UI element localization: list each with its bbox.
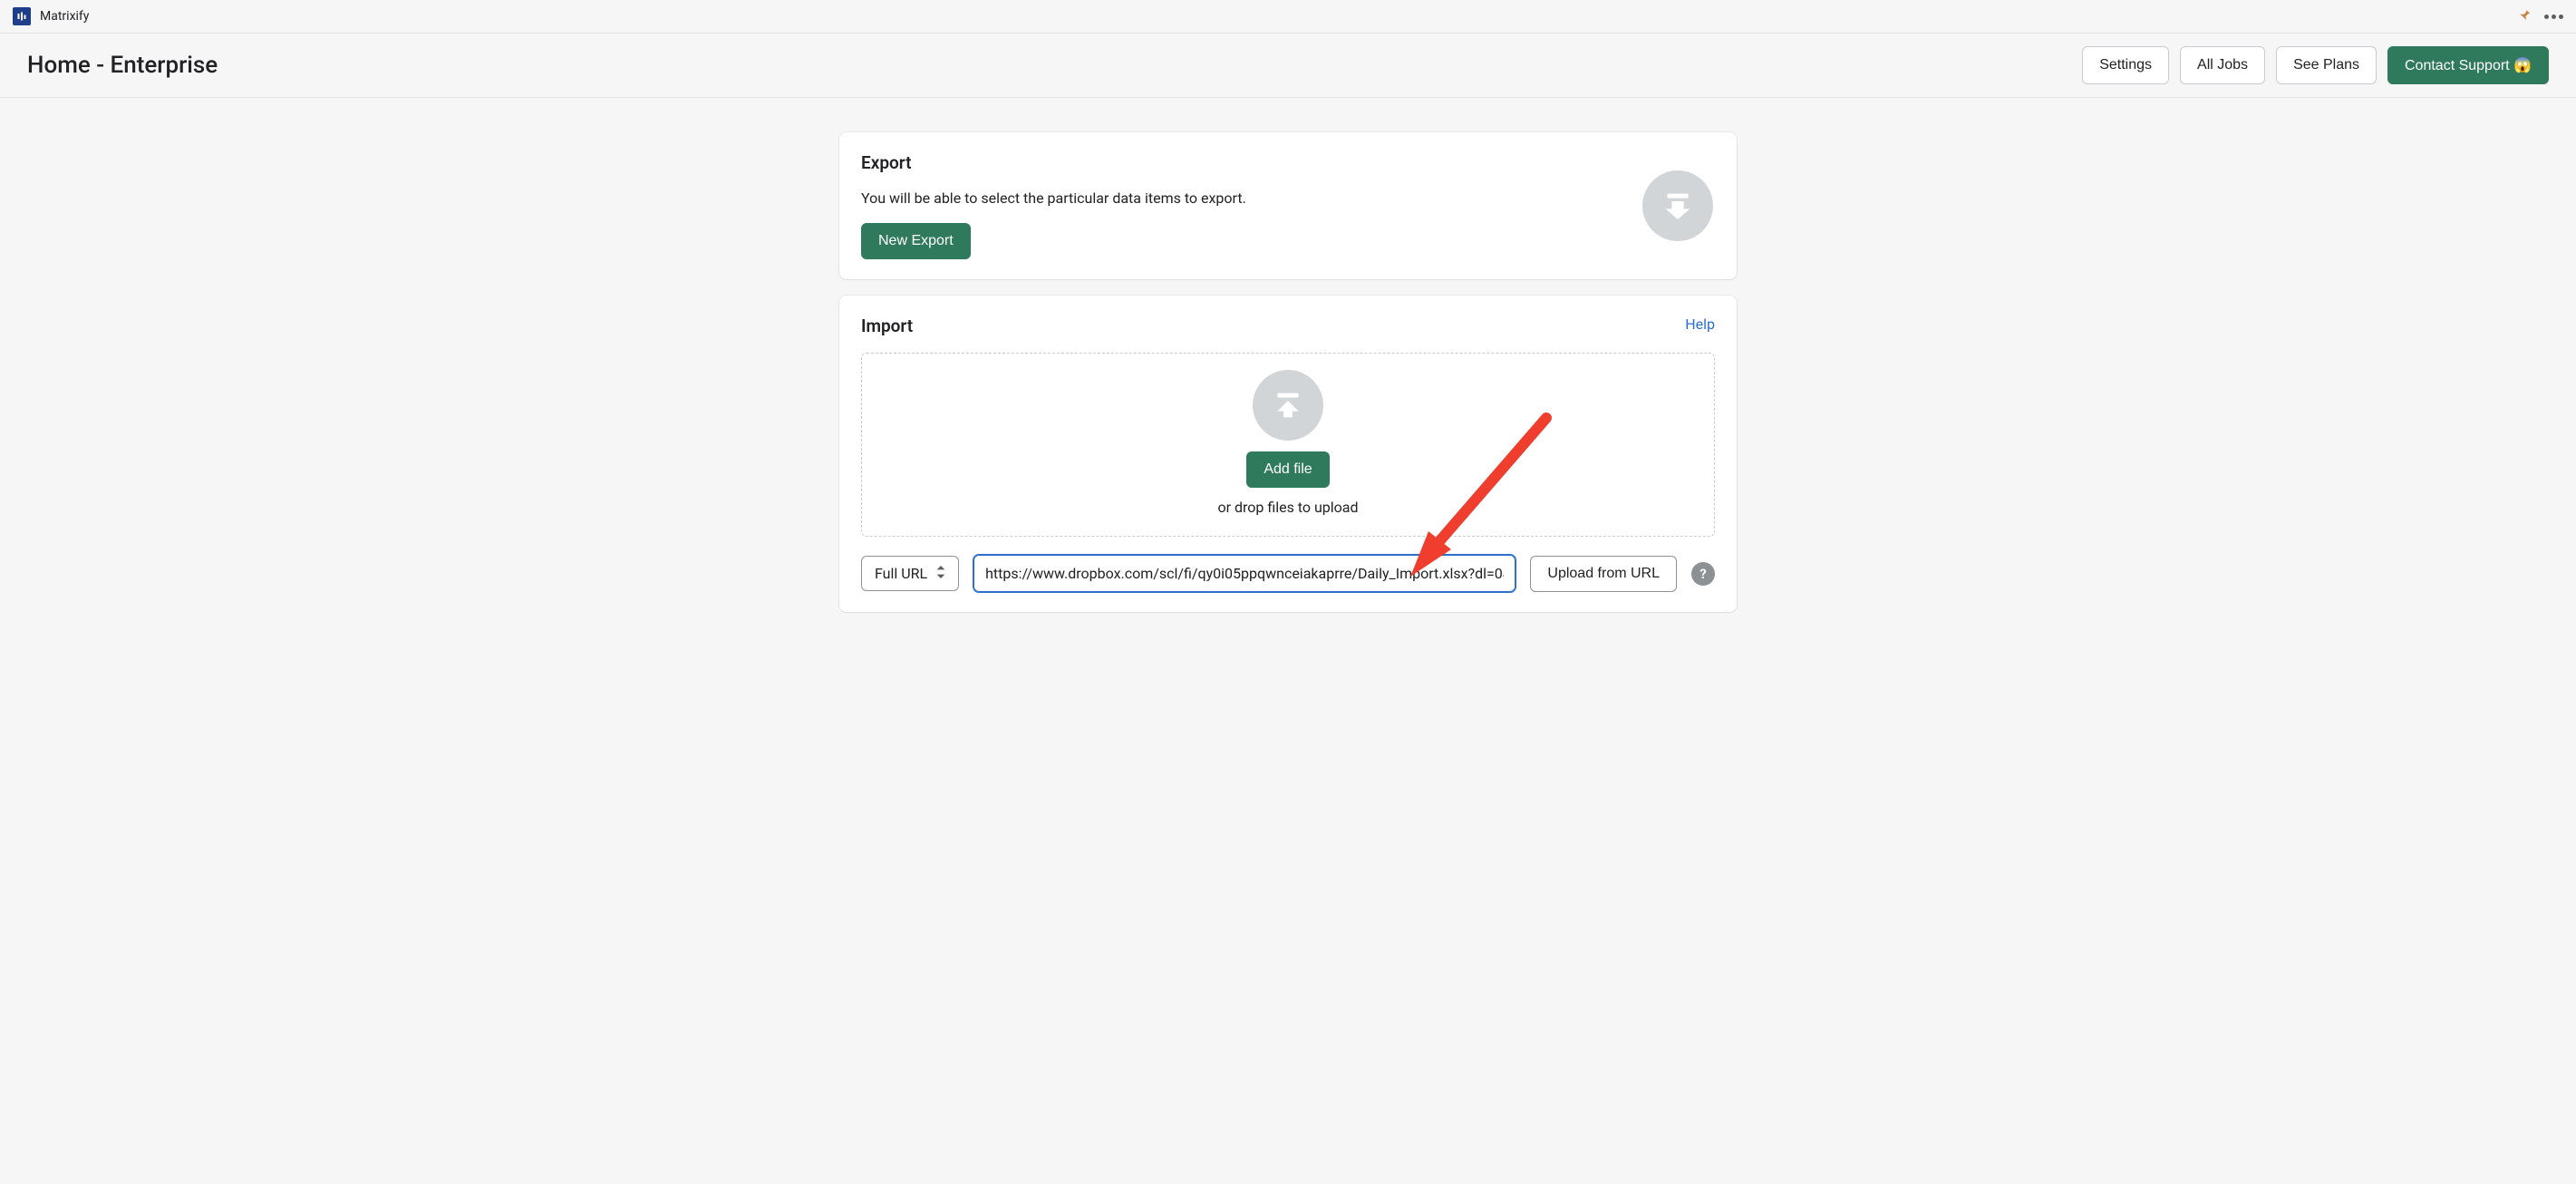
import-header: Import Help xyxy=(861,315,1715,353)
pin-icon[interactable] xyxy=(2517,7,2532,25)
import-title: Import xyxy=(861,315,913,336)
see-plans-button[interactable]: See Plans xyxy=(2276,46,2377,84)
more-menu-icon[interactable] xyxy=(2544,15,2563,19)
app-logo-icon xyxy=(13,7,31,25)
url-mode-select[interactable]: Full URL xyxy=(861,556,959,591)
import-help-link[interactable]: Help xyxy=(1685,315,1715,333)
upload-icon xyxy=(1253,370,1323,441)
contact-support-button[interactable]: Contact Support 😱 xyxy=(2387,46,2549,84)
export-title: Export xyxy=(861,152,1715,173)
all-jobs-button[interactable]: All Jobs xyxy=(2180,46,2265,84)
top-bar: Matrixify xyxy=(0,0,2576,34)
import-card: Import Help Add file or drop files to up… xyxy=(839,296,1737,612)
export-description: You will be able to select the particula… xyxy=(861,189,1715,207)
drop-hint-text: or drop files to upload xyxy=(1217,499,1358,516)
upload-from-url-button[interactable]: Upload from URL xyxy=(1530,556,1677,592)
main-content: Export You will be able to select the pa… xyxy=(821,132,1755,612)
top-bar-right xyxy=(2517,7,2563,25)
header-buttons: Settings All Jobs See Plans Contact Supp… xyxy=(2082,46,2549,84)
top-bar-left: Matrixify xyxy=(13,7,89,25)
help-tooltip-icon[interactable]: ? xyxy=(1691,562,1715,586)
url-input[interactable] xyxy=(973,555,1516,592)
app-name: Matrixify xyxy=(40,9,89,24)
new-export-button[interactable]: New Export xyxy=(861,223,971,259)
select-caret-icon xyxy=(936,565,945,582)
url-mode-label: Full URL xyxy=(875,565,927,582)
page-header: Home - Enterprise Settings All Jobs See … xyxy=(0,34,2576,98)
import-url-row: Full URL Upload from URL ? xyxy=(861,555,1715,592)
add-file-button[interactable]: Add file xyxy=(1246,451,1329,488)
page-title: Home - Enterprise xyxy=(27,52,218,79)
settings-button[interactable]: Settings xyxy=(2082,46,2169,84)
import-dropzone[interactable]: Add file or drop files to upload xyxy=(861,353,1715,537)
export-card: Export You will be able to select the pa… xyxy=(839,132,1737,279)
export-decor-icon xyxy=(1642,170,1713,241)
